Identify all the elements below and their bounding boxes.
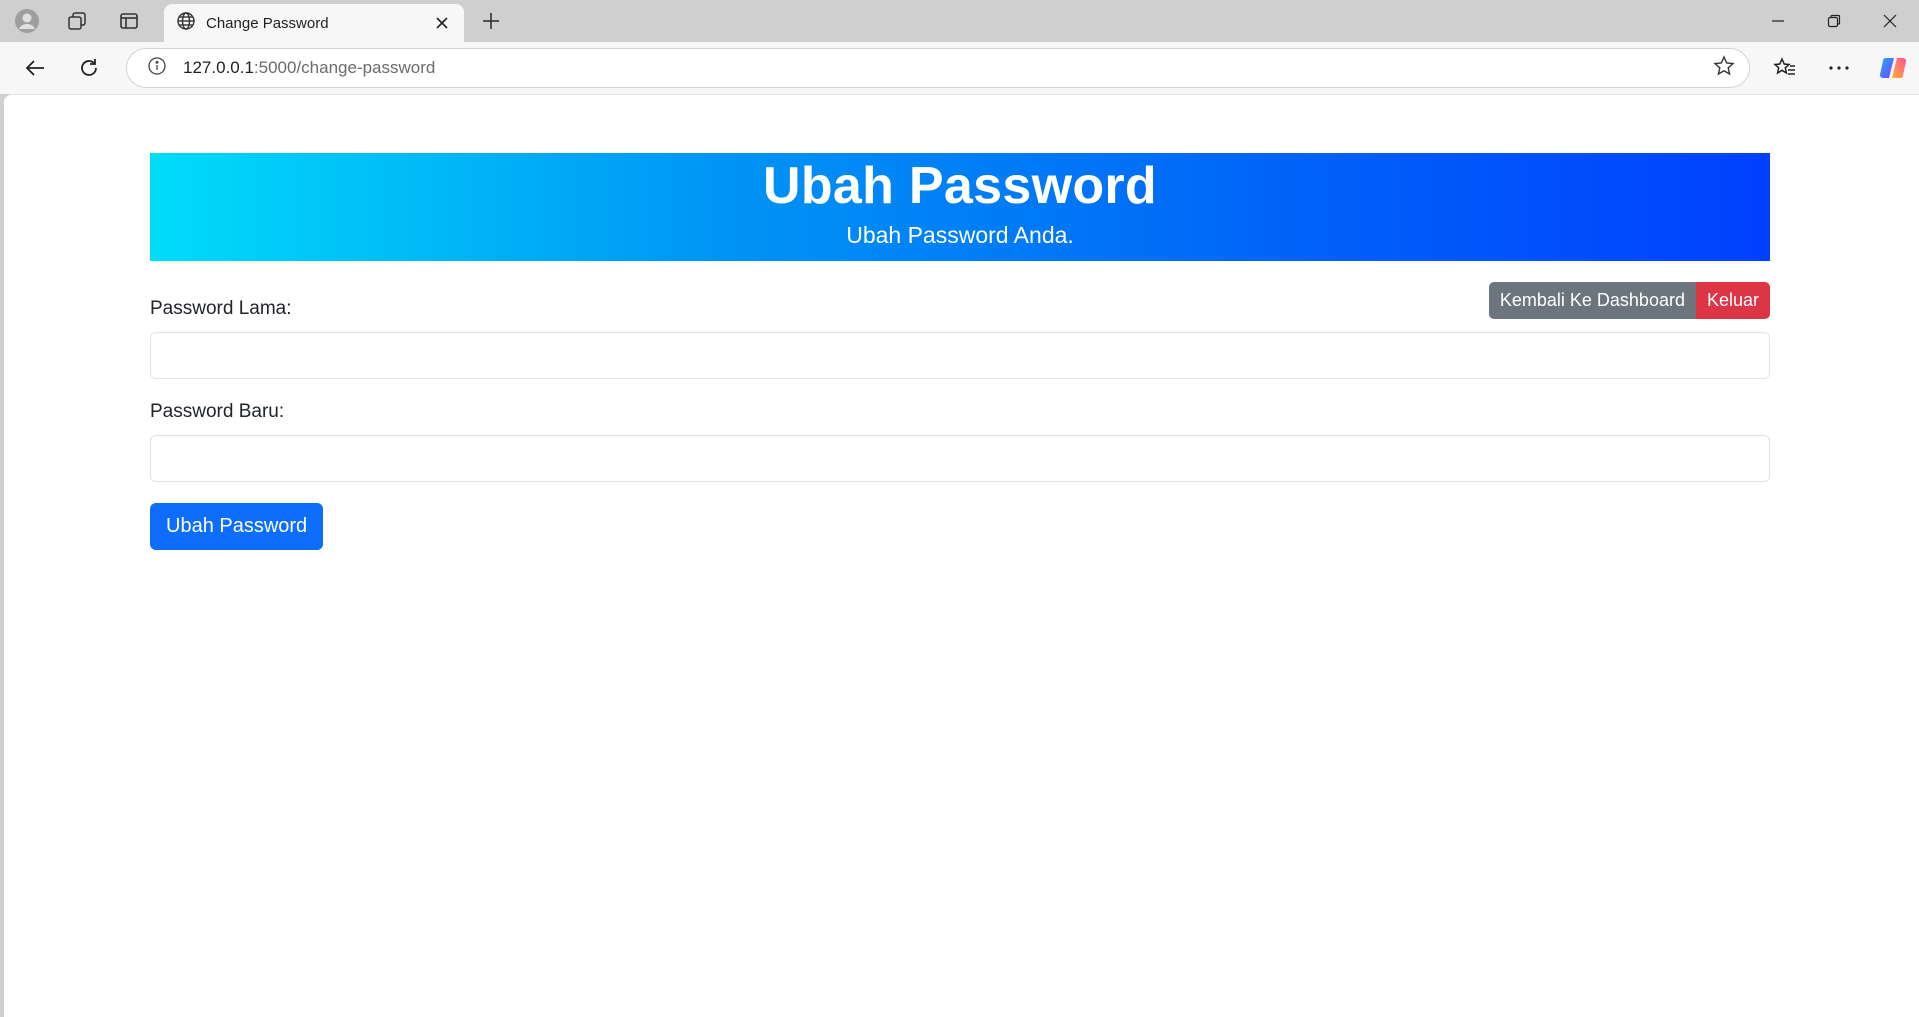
favorite-star-icon[interactable] [1713, 54, 1735, 82]
page-viewport: Ubah Password Ubah Password Anda. Kembal… [4, 94, 1919, 1017]
globe-icon [176, 11, 196, 36]
copilot-icon[interactable] [1874, 50, 1912, 86]
profile-icon[interactable] [10, 6, 44, 36]
workspaces-icon[interactable] [60, 6, 94, 36]
back-arrow-icon[interactable] [16, 50, 54, 86]
url-host: 127.0.0.1 [183, 58, 254, 77]
more-menu-icon[interactable] [1820, 50, 1858, 86]
address-bar[interactable]: 127.0.0.1:5000/change-password [126, 48, 1750, 88]
new-password-label: Password Baru: [150, 401, 285, 422]
favorites-icon[interactable] [1766, 50, 1804, 86]
old-password-input[interactable] [150, 332, 1770, 379]
hero-banner: Ubah Password Ubah Password Anda. [150, 153, 1770, 261]
page-title: Ubah Password [762, 157, 1157, 215]
page-subtitle: Ubah Password Anda. [846, 222, 1074, 248]
new-password-input[interactable] [150, 435, 1770, 482]
close-window-icon[interactable] [1862, 0, 1918, 42]
page-container: Ubah Password Ubah Password Anda. Kembal… [150, 153, 1770, 550]
minimize-icon[interactable] [1750, 0, 1806, 42]
close-tab-icon[interactable] [430, 11, 454, 35]
tab-title: Change Password [206, 14, 329, 32]
change-password-submit-button[interactable]: Ubah Password [150, 503, 324, 550]
url-text[interactable]: 127.0.0.1:5000/change-password [183, 58, 1713, 78]
refresh-icon[interactable] [70, 50, 108, 86]
tab-change-password[interactable]: Change Password [164, 4, 464, 42]
tab-actions-icon[interactable] [112, 6, 146, 36]
back-to-dashboard-button[interactable]: Kembali Ke Dashboard [1488, 282, 1696, 319]
site-info-icon[interactable] [147, 56, 167, 81]
browser-tabstrip: Change Password [0, 0, 1919, 42]
browser-toolbar: 127.0.0.1:5000/change-password [0, 42, 1919, 94]
restore-icon[interactable] [1806, 0, 1862, 42]
url-path: :5000/change-password [253, 58, 436, 77]
new-tab-icon[interactable] [474, 6, 508, 36]
logout-button[interactable]: Keluar [1695, 282, 1770, 319]
